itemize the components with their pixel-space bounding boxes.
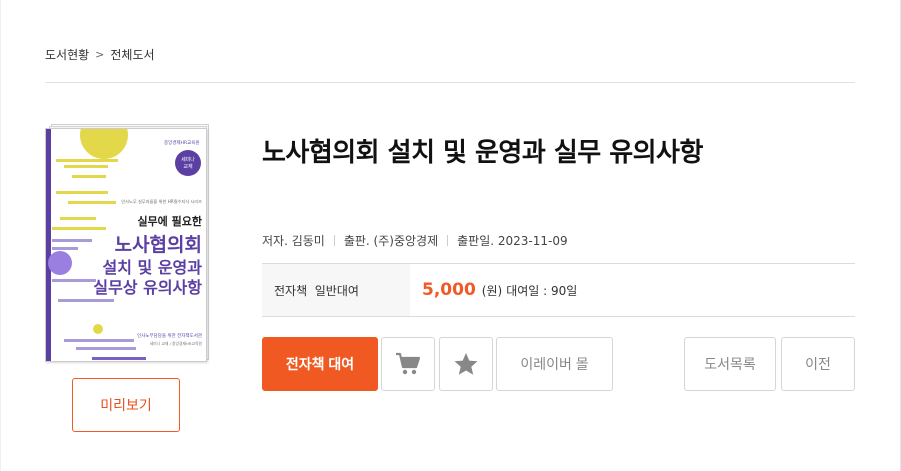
breadcrumb: 도서현황 > 전체도서 [45, 46, 155, 63]
cover-line2: 노사협의회 [115, 234, 202, 256]
price-value: 5,000 (원) 대여일 : 90일 [410, 264, 577, 316]
cart-icon [396, 352, 421, 375]
cover-logo: 중앙경제HR교육원 [164, 139, 200, 146]
preview-button[interactable]: 미리보기 [72, 378, 180, 432]
price-label: 전자책 일반대여 [262, 264, 410, 316]
cover-line1: 실무에 필요한 [137, 214, 202, 228]
book-meta: 저자. 김동미 출판. (주)중앙경제 출판일. 2023-11-09 [262, 232, 568, 249]
cover-line3: 설치 및 운영과 [103, 258, 203, 277]
cover-bottom-caption: 인사노무담당을 위한 전자책도서관 [137, 332, 202, 339]
mall-button[interactable]: 이레이버 몰 [496, 337, 613, 391]
price-amount: 5,000 [422, 280, 476, 300]
cart-button[interactable] [381, 337, 435, 391]
cover-line4: 실무상 유의사항 [93, 278, 202, 297]
svg-text:교재: 교재 [183, 163, 193, 170]
book-title: 노사협의회 설치 및 운영과 실무 유의사항 [262, 138, 703, 168]
cover-bottom-subcaption: 세미나 교재 / 중앙경제HR교육원 [150, 341, 203, 346]
book-cover-image: 중앙경제HR교육원 세미나 교재 인사노무 실무자들을 위한 HR필수지식 시리… [45, 128, 207, 362]
wishlist-button[interactable] [439, 337, 493, 391]
price-row: 전자책 일반대여 5,000 (원) 대여일 : 90일 [262, 263, 855, 317]
price-unit: (원) [481, 283, 503, 298]
breadcrumb-separator: > [95, 48, 105, 61]
cover-caption: 인사노무 실무자들을 위한 HR필수지식 시리즈 [121, 198, 202, 205]
meta-divider [333, 235, 335, 246]
book-cover: 중앙경제HR교육원 세미나 교재 인사노무 실무자들을 위한 HR필수지식 시리… [45, 124, 211, 362]
rental-period: 대여일 : 90일 [506, 283, 578, 298]
rent-ebook-button[interactable]: 전자책 대여 [262, 337, 378, 391]
breadcrumb-item-home[interactable]: 도서현황 [45, 46, 89, 63]
star-icon [454, 353, 478, 375]
header-divider [45, 82, 855, 83]
cover-badge: 세미나 [181, 156, 195, 163]
breadcrumb-item-all-books[interactable]: 전체도서 [110, 46, 154, 63]
book-publisher: 출판. (주)중앙경제 [343, 234, 439, 248]
prev-button[interactable]: 이전 [781, 337, 855, 391]
meta-divider [447, 235, 449, 246]
book-pub-date: 출판일. 2023-11-09 [457, 234, 568, 248]
book-author: 저자. 김동미 [262, 234, 325, 248]
book-list-button[interactable]: 도서목록 [684, 337, 776, 391]
